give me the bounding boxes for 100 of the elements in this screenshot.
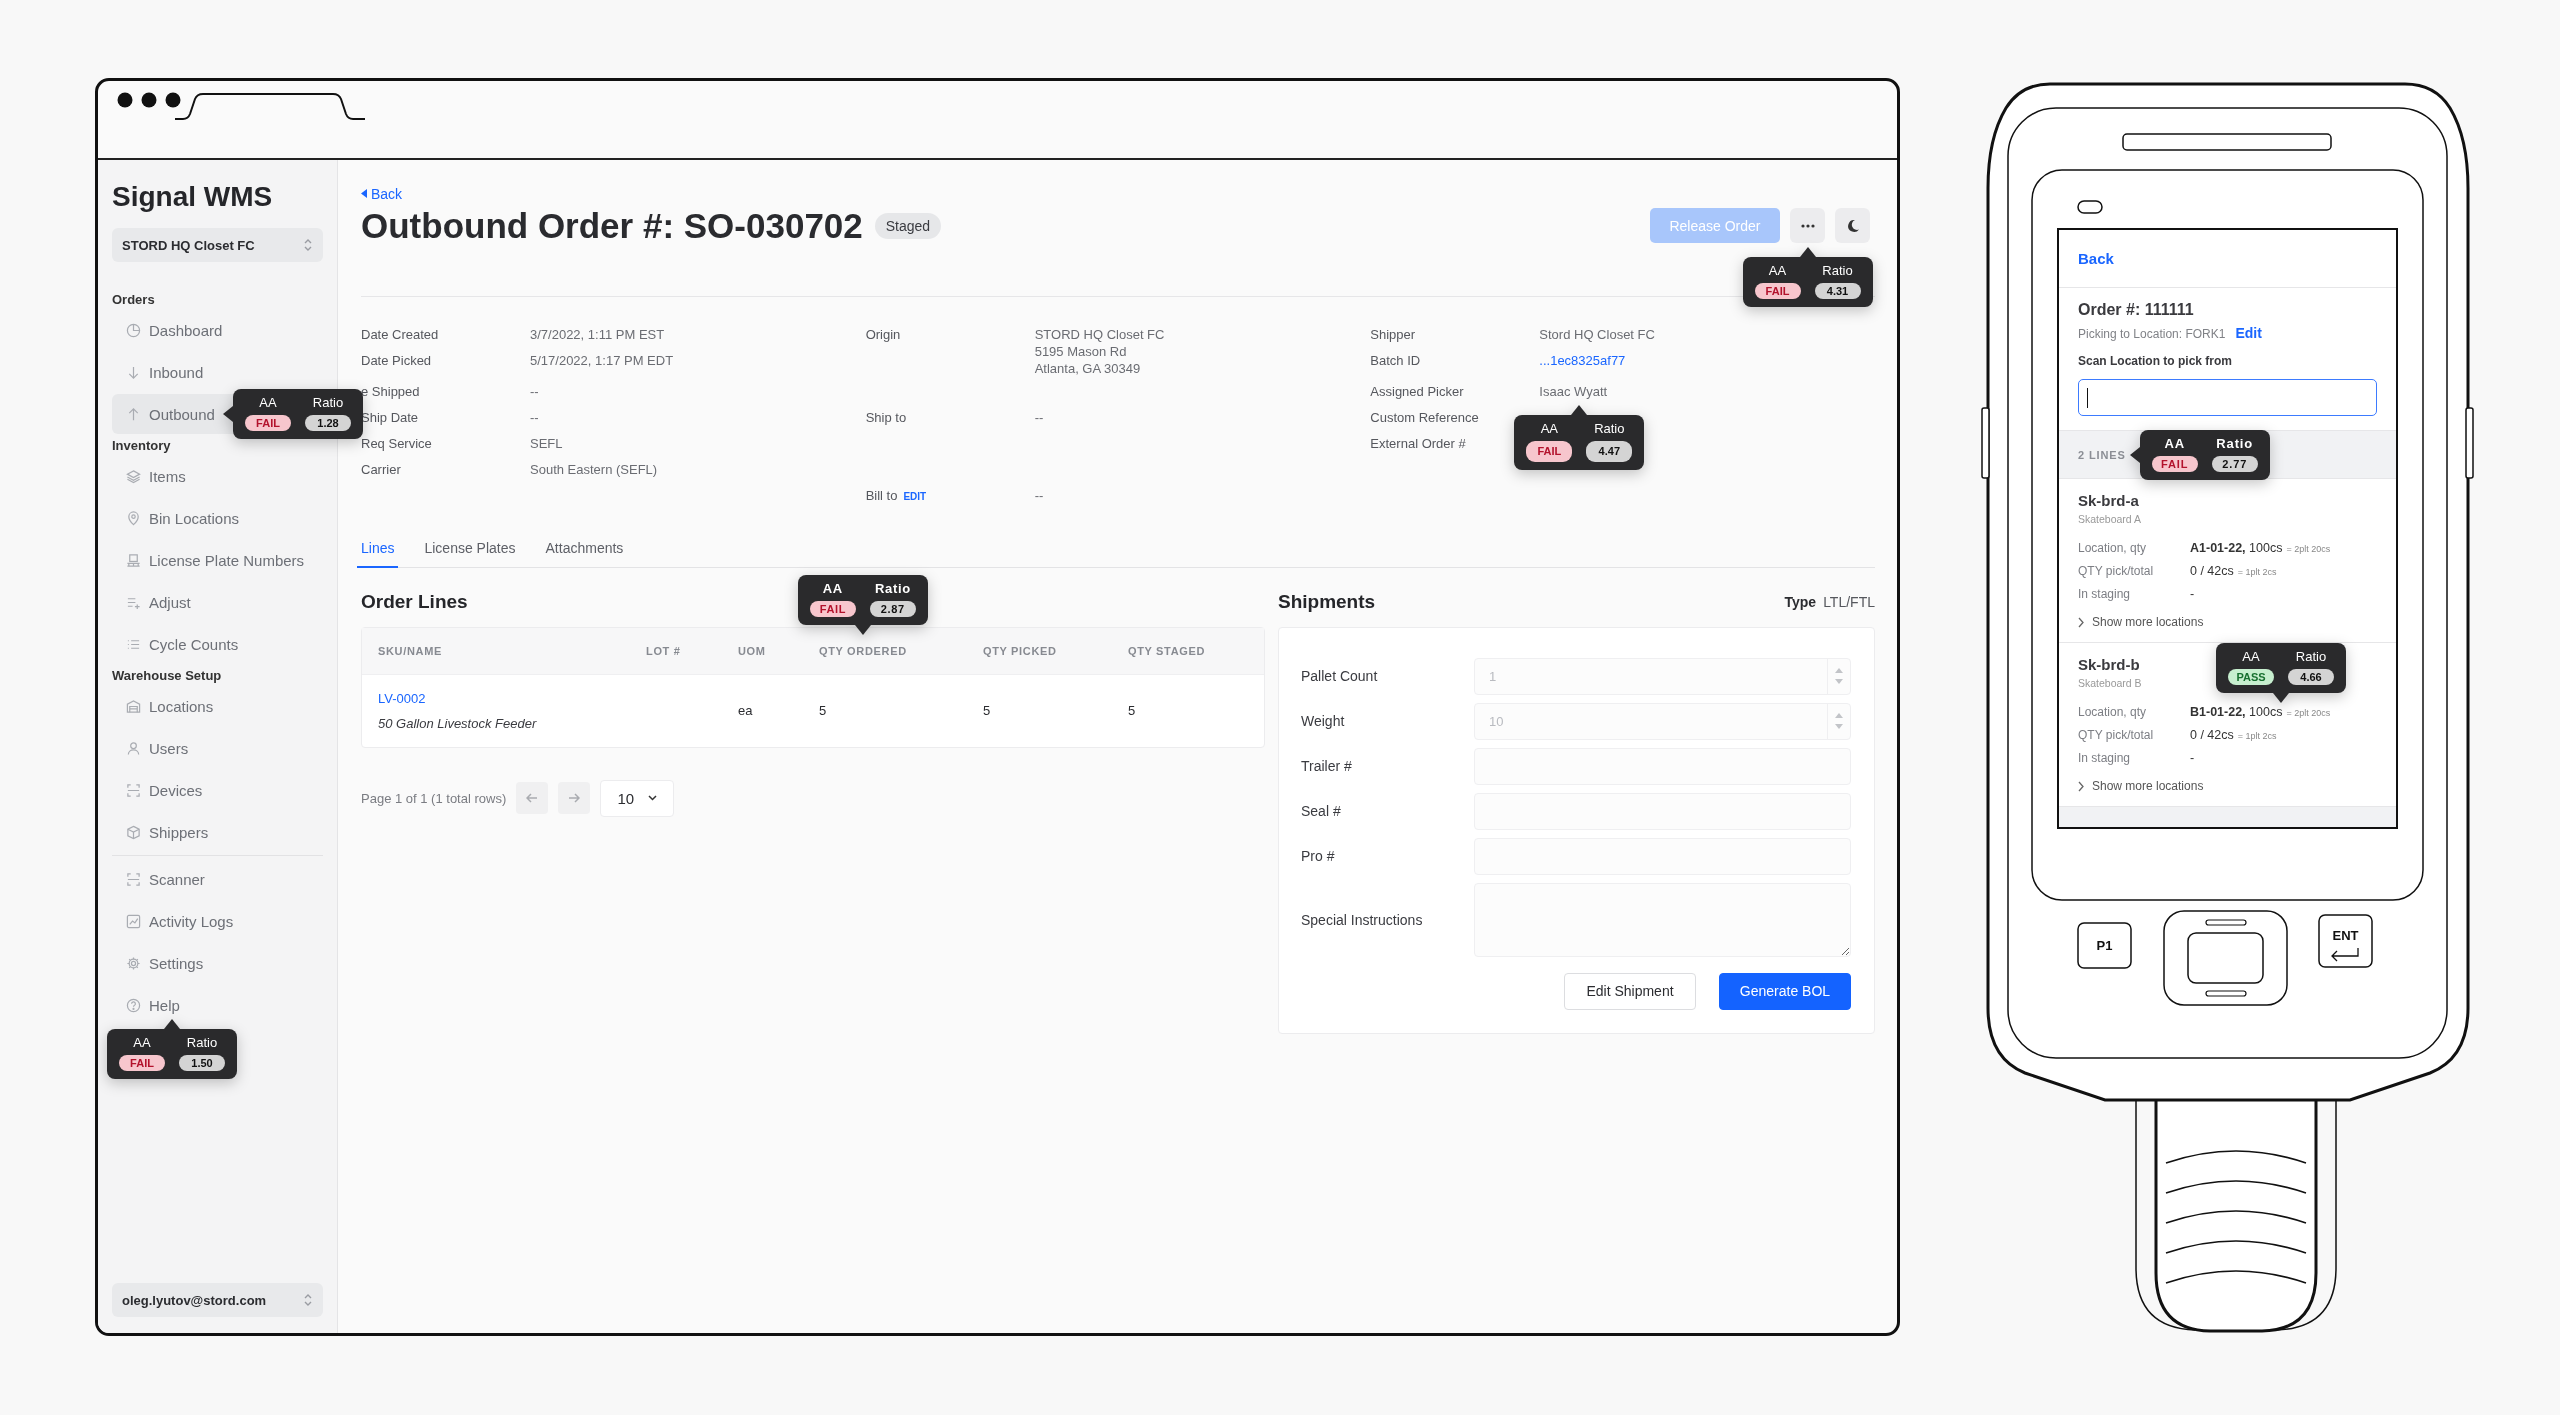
sku-link[interactable]: LV-0002	[378, 690, 426, 706]
row-value: A1-01-22, 100cs	[2190, 540, 2283, 555]
field-label: Date Created	[361, 325, 440, 343]
field-label: Origin	[865, 325, 902, 343]
page-size-select[interactable]: 10	[600, 779, 675, 817]
user-select[interactable]: oleg.lyutov@stord.com	[112, 1283, 323, 1317]
nav-item[interactable]: Inbound	[112, 352, 323, 392]
back-link[interactable]: Back	[2078, 250, 2114, 267]
nav-item[interactable]: Users	[112, 728, 323, 768]
field-label: Assigned Picker	[1370, 382, 1465, 400]
field-label: Trailer #	[1301, 758, 1353, 774]
dark-mode-button[interactable]	[1835, 208, 1870, 243]
tab[interactable]: License Plates	[420, 530, 520, 568]
product-name: Skateboard B	[2078, 676, 2142, 690]
number-field[interactable]: 1	[1474, 657, 1851, 695]
nav-item[interactable]: License Plate Numbers	[112, 540, 323, 580]
scan-field[interactable]	[2078, 379, 2377, 416]
table-cell-text: 5	[819, 703, 828, 718]
field-label: Seal #	[1301, 803, 1342, 819]
field-label: Pro #	[1301, 848, 1336, 864]
nav-item[interactable]: Locations	[112, 686, 323, 726]
generate-button[interactable]: Generate BOL	[1719, 972, 1851, 1010]
stack-icon	[126, 468, 141, 484]
text-area[interactable]	[1474, 882, 1851, 957]
nav-item[interactable]: Shippers	[112, 812, 323, 852]
status-badge: Staged	[874, 212, 942, 239]
previous-page-button[interactable]	[516, 782, 549, 814]
arrow-up-icon	[126, 406, 141, 422]
edit-link[interactable]: EDIT	[903, 487, 927, 505]
field-value: 5/17/2022, 1:17 PM EDT	[530, 352, 674, 368]
pin-icon	[126, 510, 141, 526]
number-field[interactable]: 10	[1474, 702, 1851, 740]
nav-item[interactable]: Scanner	[112, 859, 323, 899]
result-badge: FAIL	[119, 1055, 165, 1071]
field-label: e Shipped	[361, 382, 421, 400]
nav-item[interactable]: Activity Logs	[112, 901, 323, 941]
edit-link[interactable]: Edit	[2235, 325, 2262, 341]
scan-frame-icon	[126, 871, 141, 887]
field-value: Isaac Wyatt	[1539, 383, 1608, 399]
chevron-right-icon	[2078, 780, 2084, 792]
field-value: SEFL	[530, 435, 563, 451]
column-header: SKU/NAME	[378, 644, 442, 657]
section-heading: Warehouse Setup	[112, 667, 223, 685]
nav-item[interactable]: Help	[112, 985, 323, 1025]
type-label: Type	[1784, 593, 1817, 610]
ratio-badge: 1.28	[305, 415, 351, 431]
table-cell-text: 5	[983, 703, 992, 718]
field-label: Weight	[1301, 713, 1346, 729]
table-cell-text: 5	[1128, 703, 1137, 718]
tooltip-label: AA	[1540, 420, 1558, 437]
section-heading: Inventory	[112, 437, 172, 455]
nav-item[interactable]: Items	[112, 456, 323, 496]
key-label: P1	[2096, 938, 2113, 953]
scan-frame-icon	[126, 782, 141, 798]
show-more-link[interactable]: Show more locations	[2092, 776, 2204, 796]
tooltip-label: AA	[1768, 263, 1787, 279]
key-label: ENT	[2332, 928, 2359, 943]
value-link[interactable]: ...1ec8325af77	[1539, 352, 1626, 368]
sku-title: Sk-brd-a	[2078, 491, 2139, 511]
tooltip-label: Ratio	[1594, 420, 1625, 437]
nav-item[interactable]: Adjust	[112, 582, 323, 622]
more-icon	[1800, 223, 1815, 228]
back-link[interactable]: Back	[371, 184, 403, 203]
ratio-badge: 1.50	[179, 1055, 225, 1071]
edit-button[interactable]: Edit Shipment	[1564, 972, 1696, 1010]
field-label: Req Service	[361, 434, 433, 452]
chevron-down-icon	[648, 795, 658, 801]
row-label: QTY pick/total	[2078, 727, 2155, 742]
chevron-updown-icon	[303, 238, 313, 252]
nav-item[interactable]: Bin Locations	[112, 498, 323, 538]
column-header: QTY PICKED	[983, 644, 1057, 657]
tab[interactable]: Lines	[357, 530, 399, 568]
facility-select[interactable]: STORD HQ Closet FC	[112, 228, 323, 262]
tooltip-label: AA	[2164, 435, 2185, 452]
row-value: -	[2190, 586, 2195, 601]
column-header: UOM	[738, 644, 766, 657]
unit-note: = 1plt 2cs	[2237, 730, 2277, 741]
help-icon	[126, 997, 141, 1013]
show-more-link[interactable]: Show more locations	[2092, 612, 2204, 632]
ratio-badge: 4.31	[1814, 283, 1861, 299]
tab[interactable]: Attachments	[541, 530, 628, 568]
sku-title: Sk-brd-b	[2078, 655, 2140, 675]
nav-item[interactable]: Settings	[112, 943, 323, 983]
unit-note: = 1plt 2cs	[2237, 566, 2277, 577]
spinner-down-icon	[1835, 724, 1843, 729]
spinner-up-icon	[1835, 668, 1843, 673]
more-button[interactable]	[1790, 208, 1825, 243]
tooltip-label: Ratio	[874, 580, 911, 597]
arrow-right-icon	[568, 792, 581, 804]
window-dots-icon	[117, 92, 181, 108]
tooltip-label: AA	[822, 580, 843, 597]
nav-item[interactable]: Devices	[112, 770, 323, 810]
nav-item[interactable]: Dashboard	[112, 310, 323, 350]
field-label: External Order #	[1370, 434, 1467, 452]
next-page-button[interactable]	[558, 782, 591, 814]
field-value: --	[530, 383, 539, 399]
tooltip-label: AA	[133, 1035, 151, 1051]
chart-icon	[126, 913, 141, 929]
product-name: Skateboard A	[2078, 512, 2142, 526]
nav-item[interactable]: Cycle Counts	[112, 624, 323, 664]
